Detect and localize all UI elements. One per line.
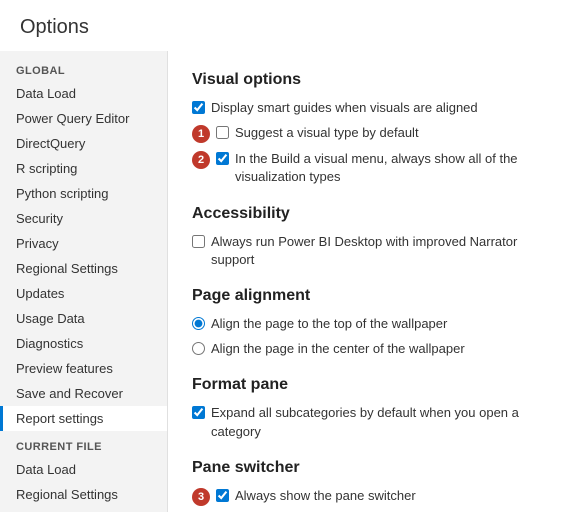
checkbox-narrator-support[interactable] [192, 235, 205, 248]
option-align-center: Align the page in the center of the wall… [192, 340, 537, 358]
sidebar-item-report-settings[interactable]: Report settings [0, 406, 167, 431]
sidebar-item-save-and-recover[interactable]: Save and Recover [0, 381, 167, 406]
checkbox-expand-subcategories[interactable] [192, 406, 205, 419]
sidebar-item-privacy[interactable]: Privacy [0, 231, 167, 256]
radio-align-center[interactable] [192, 342, 205, 355]
badge-2: 2 [192, 151, 210, 169]
page-title: Options [0, 0, 561, 51]
visual-options-title: Visual options [192, 71, 537, 89]
badge-3: 3 [192, 488, 210, 506]
checkbox-build-visual-menu[interactable] [216, 152, 229, 165]
sidebar-item-usage-data[interactable]: Usage Data [0, 306, 167, 331]
accessibility-title: Accessibility [192, 205, 537, 223]
sidebar-item-directquery[interactable]: DirectQuery [0, 131, 167, 156]
sidebar: GLOBAL Data Load Power Query Editor Dire… [0, 51, 168, 512]
sidebar-item-power-query-editor[interactable]: Power Query Editor [0, 106, 167, 131]
main-content: Visual options Display smart guides when… [168, 51, 561, 512]
option-smart-guides: Display smart guides when visuals are al… [192, 99, 537, 117]
sidebar-item-data-load-cf[interactable]: Data Load [0, 457, 167, 482]
pane-switcher-title: Pane switcher [192, 459, 537, 477]
sidebar-item-regional-settings-cf[interactable]: Regional Settings [0, 482, 167, 507]
sidebar-item-preview-features[interactable]: Preview features [0, 356, 167, 381]
sidebar-item-r-scripting[interactable]: R scripting [0, 156, 167, 181]
sidebar-item-security[interactable]: Security [0, 206, 167, 231]
badge-1: 1 [192, 125, 210, 143]
page-alignment-title: Page alignment [192, 287, 537, 305]
current-file-section-header: CURRENT FILE [0, 431, 167, 457]
option-suggest-visual: 1 Suggest a visual type by default [192, 124, 537, 143]
sidebar-item-diagnostics[interactable]: Diagnostics [0, 331, 167, 356]
sidebar-item-regional-settings[interactable]: Regional Settings [0, 256, 167, 281]
sidebar-item-python-scripting[interactable]: Python scripting [0, 181, 167, 206]
option-align-top: Align the page to the top of the wallpap… [192, 315, 537, 333]
format-pane-title: Format pane [192, 376, 537, 394]
checkbox-always-show-pane-switcher[interactable] [216, 489, 229, 502]
option-always-show-pane-switcher: 3 Always show the pane switcher [192, 487, 537, 506]
checkbox-smart-guides[interactable] [192, 101, 205, 114]
global-section-header: GLOBAL [0, 55, 167, 81]
sidebar-item-data-load[interactable]: Data Load [0, 81, 167, 106]
option-build-visual-menu: 2 In the Build a visual menu, always sho… [192, 150, 537, 186]
option-expand-subcategories: Expand all subcategories by default when… [192, 404, 537, 440]
option-narrator-support: Always run Power BI Desktop with improve… [192, 233, 537, 269]
sidebar-item-updates[interactable]: Updates [0, 281, 167, 306]
checkbox-suggest-visual[interactable] [216, 126, 229, 139]
radio-align-top[interactable] [192, 317, 205, 330]
